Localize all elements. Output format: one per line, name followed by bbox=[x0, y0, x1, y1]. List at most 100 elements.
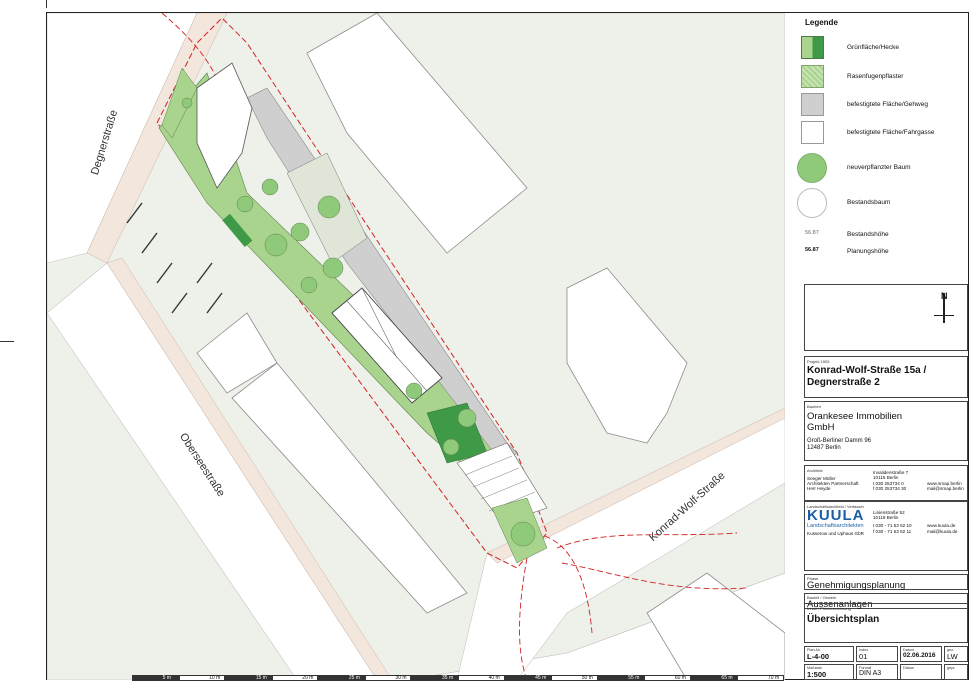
tree bbox=[236, 195, 254, 213]
project-title-line1: Konrad-Wolf-Straße 15a / bbox=[807, 365, 927, 376]
tree bbox=[261, 178, 279, 196]
landscape-box: Landschaftsarchitekt / Verfasser KUULA L… bbox=[804, 501, 968, 571]
existing-height-value: 56.87 bbox=[805, 230, 819, 236]
landscape-fax: f 030 - 71 53 52 11 bbox=[873, 529, 912, 534]
site-plan: Degnerstraße Oberseestraße Konrad-Wolf-S… bbox=[47, 13, 785, 680]
landscape-tel: t 030 - 71 53 52 10 bbox=[873, 523, 912, 528]
swatch-new-tree bbox=[797, 153, 827, 183]
landscape-mail: mail@kuula.de bbox=[927, 529, 958, 534]
legend-item-planned-height: 56.87 Planungshöhe bbox=[801, 245, 967, 271]
tree bbox=[405, 382, 423, 400]
kuula-logo: KUULA bbox=[807, 507, 865, 524]
kuula-logo-sub: Landschaftsarchitekten bbox=[807, 523, 864, 529]
tree bbox=[181, 97, 193, 109]
tree bbox=[457, 408, 477, 428]
format-value: DIN A3 bbox=[859, 670, 882, 677]
scale-bar-label: 65 m bbox=[721, 675, 733, 681]
tree bbox=[290, 222, 310, 242]
index-cell: Index 01 bbox=[856, 646, 898, 662]
architect-mail: mail@smap.berlin bbox=[927, 486, 964, 491]
drawn-value: LW bbox=[947, 652, 958, 661]
legend-label: befestigtete Fläche/Fahrgasse bbox=[847, 129, 935, 136]
legend-label: Grünfläche/Hecke bbox=[847, 44, 900, 51]
scale-bar-label: 5 m bbox=[162, 675, 171, 681]
client-address-line1: Groß-Berliner Damm 96 bbox=[807, 438, 872, 444]
legend-label: neuverpflanzter Baum bbox=[847, 164, 911, 171]
landscape-web: www.kuula.de bbox=[927, 523, 956, 528]
swatch-paving bbox=[801, 93, 824, 116]
scale-bar-label: 70 m bbox=[768, 675, 780, 681]
scale-bar-segment bbox=[132, 675, 179, 681]
client-address-line2: 12487 Berlin bbox=[807, 445, 841, 451]
format-cell: Format DIN A3 bbox=[856, 664, 898, 680]
signed-cell: gepr. bbox=[944, 664, 968, 680]
tree bbox=[300, 276, 318, 294]
north-letter: N bbox=[941, 291, 948, 301]
scale-bar-label: 55 m bbox=[628, 675, 640, 681]
scale-bar-label: 20 m bbox=[302, 675, 314, 681]
scale-bar-label: 50 m bbox=[581, 675, 593, 681]
project-box: Projekt 1505 Konrad-Wolf-Straße 15a / De… bbox=[804, 356, 968, 398]
date-cell: Datum 02.06.2016 bbox=[900, 646, 942, 662]
index-value: 01 bbox=[859, 652, 868, 661]
drawn-cell: gez. LW bbox=[944, 646, 968, 662]
legend-item-grass-paving: Rasenfugenpflaster bbox=[801, 65, 967, 91]
tree bbox=[442, 438, 460, 456]
legend-item-paving: befestigtete Fläche/Gehweg bbox=[801, 93, 967, 119]
legend-title: Legende bbox=[805, 18, 838, 27]
client-name-line2: GmbH bbox=[807, 422, 835, 433]
crop-mark-left bbox=[0, 341, 14, 342]
legend-label: Bestandshöhe bbox=[847, 231, 889, 238]
scale-bar-label: 45 m bbox=[535, 675, 547, 681]
north-arrow-box: N bbox=[804, 284, 968, 351]
date2-label: Datum bbox=[903, 666, 915, 670]
phase-value: Genehmigungsplanung bbox=[807, 580, 906, 591]
legend-label: Planungshöhe bbox=[847, 248, 889, 255]
legend-item-driveway: befestigtete Fläche/Fahrgasse bbox=[801, 121, 967, 147]
scale-bar-label: 60 m bbox=[674, 675, 686, 681]
plan-nr-cell: Plan-Nr. L-4-00 bbox=[804, 646, 854, 662]
client-box: Bauherr Orankesee Immobilien GmbH Groß-B… bbox=[804, 401, 968, 461]
scale-bar: 5 m 10 m 15 m 20 m 25 m 30 m 35 m 40 m 45 m 50 m 5… bbox=[132, 675, 784, 681]
legend-item-existing-tree: Bestandsbaum bbox=[797, 188, 967, 220]
tree bbox=[264, 233, 288, 257]
scale-cell: Maßstab 1:500 bbox=[804, 664, 854, 680]
architect-line: Herr Heyde bbox=[807, 486, 831, 491]
swatch-green-hedge bbox=[801, 36, 824, 59]
legend-item-green: Grünfläche/Hecke bbox=[801, 36, 967, 62]
date2-cell: Datum bbox=[900, 664, 942, 680]
scale-bar-label: 15 m bbox=[255, 675, 267, 681]
planned-height-value: 56.87 bbox=[805, 247, 819, 253]
scale-bar-label: 35 m bbox=[442, 675, 454, 681]
scale-bar-label: 25 m bbox=[348, 675, 360, 681]
content-label: Inhalt / Planbezeichnung bbox=[807, 606, 851, 611]
north-arrow-icon: N bbox=[934, 291, 954, 323]
content-value: Übersichtsplan bbox=[807, 614, 880, 625]
landscape-partners: Kusserow und Uphaus GbR bbox=[807, 531, 864, 536]
architect-box: Architekt Seeger Müller Architekten Part… bbox=[804, 465, 968, 501]
swatch-existing-tree bbox=[797, 188, 827, 218]
client-name-line1: Orankesee Immobilien bbox=[807, 411, 903, 422]
plan-nr-value: L-4-00 bbox=[807, 652, 830, 661]
architect-fax: f 030 253734 30 bbox=[873, 486, 907, 491]
signed-label: gepr. bbox=[947, 666, 956, 670]
crop-mark-top bbox=[46, 0, 47, 8]
phase-box: Phase Genehmigungsplanung bbox=[804, 574, 968, 591]
scale-value: 1:500 bbox=[807, 670, 827, 679]
tree bbox=[510, 521, 536, 547]
scale-bar-label: 30 m bbox=[395, 675, 407, 681]
tree bbox=[322, 257, 344, 279]
client-label: Bauherr bbox=[807, 404, 822, 409]
architect-label: Architekt bbox=[807, 468, 823, 473]
landscape-city: 10119 Berlin bbox=[873, 515, 899, 520]
swatch-grass-paving bbox=[801, 65, 824, 88]
tree bbox=[317, 195, 341, 219]
legend-label: Rasenfugenpflaster bbox=[847, 73, 904, 80]
legend-label: befestigtete Fläche/Gehweg bbox=[847, 101, 928, 108]
scale-bar-label: 10 m bbox=[209, 675, 221, 681]
architect-city: 10115 Berlin bbox=[873, 475, 899, 480]
title-block: Legende Grünfläche/Hecke Rasenfugenpflas… bbox=[785, 13, 969, 680]
date-value: 02.06.2016 bbox=[903, 652, 936, 659]
project-label: Projekt 1505 bbox=[807, 359, 830, 364]
scale-bar-label: 40 m bbox=[488, 675, 500, 681]
